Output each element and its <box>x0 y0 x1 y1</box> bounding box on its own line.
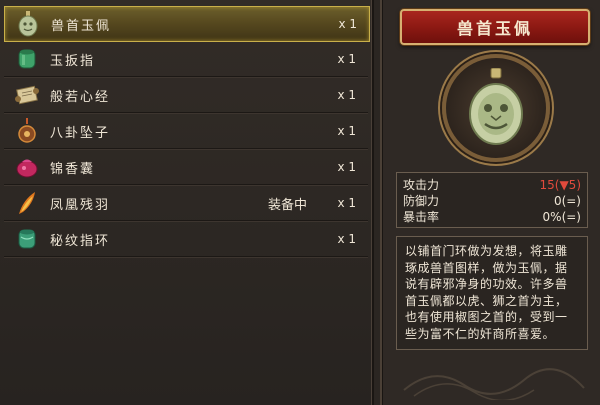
jade-beast-pendant-icon <box>15 11 41 37</box>
jade-ring-icon <box>14 226 40 252</box>
stat-label: 攻击力 <box>403 178 440 192</box>
stat-value: 0%(=) <box>542 210 581 224</box>
item-name: 玉扳指 <box>50 53 96 69</box>
item-name: 凤凰残羽 <box>50 197 111 213</box>
item-name: 兽首玉佩 <box>51 18 112 34</box>
inventory-item-5[interactable]: 凤凰残羽 装备中 x 1 <box>4 186 368 221</box>
item-quantity: x 1 <box>337 160 356 174</box>
stat-value: 15(▼5) <box>539 178 582 192</box>
decorative-swirl-icon <box>403 368 585 400</box>
inventory-item-0[interactable]: 兽首玉佩 x 1 <box>4 6 370 42</box>
item-title: 兽首玉佩 <box>456 19 533 38</box>
sachet-icon <box>14 154 40 180</box>
item-quantity: x 1 <box>337 52 356 66</box>
inventory-item-3[interactable]: 八卦坠子 x 1 <box>4 114 368 149</box>
inventory-item-2[interactable]: 般若心经 x 1 <box>4 78 368 113</box>
jade-beast-pendant-icon <box>469 68 523 145</box>
inventory-item-1[interactable]: 玉扳指 x 1 <box>4 42 368 77</box>
item-portrait <box>442 54 550 162</box>
stat-attack: 攻击力 15(▼5) <box>403 177 581 193</box>
stat-defense: 防御力 0(=) <box>403 193 581 209</box>
stat-label: 防御力 <box>403 194 440 208</box>
inventory-item-6[interactable]: 秘纹指环 x 1 <box>4 222 368 257</box>
item-name: 般若心经 <box>50 89 111 105</box>
item-detail-panel: 兽首玉佩 攻击力 15(▼5) 防御力 0(=) 暴击率 0%(=) 以铺首门环… <box>380 0 600 405</box>
item-name: 锦香囊 <box>50 161 96 177</box>
item-quantity: x 1 <box>338 17 357 31</box>
stat-label: 暴击率 <box>403 210 440 224</box>
item-title-plaque: 兽首玉佩 <box>400 9 590 45</box>
inventory-item-4[interactable]: 锦香囊 x 1 <box>4 150 368 185</box>
phoenix-feather-icon <box>14 190 40 216</box>
item-quantity: x 1 <box>337 232 356 246</box>
item-equipped-status: 装备中 <box>268 197 308 213</box>
jade-thumb-ring-icon <box>14 46 40 72</box>
item-name: 八卦坠子 <box>50 125 111 141</box>
scroll-icon <box>14 82 40 108</box>
stat-value: 0(=) <box>553 194 581 208</box>
stat-crit-rate: 暴击率 0%(=) <box>403 209 581 225</box>
item-quantity: x 1 <box>337 88 356 102</box>
item-stats: 攻击力 15(▼5) 防御力 0(=) 暴击率 0%(=) <box>396 172 588 228</box>
inventory-list: 兽首玉佩 x 1 玉扳指 x 1 般若心经 x 1 八卦坠子 x 1 锦香囊 x… <box>0 0 374 405</box>
item-name: 秘纹指环 <box>50 233 111 249</box>
item-quantity: x 1 <box>337 196 356 210</box>
bagua-pendant-icon <box>14 118 40 144</box>
item-quantity: x 1 <box>337 124 356 138</box>
item-description: 以铺首门环做为发想，将玉雕琢成兽首图样，做为玉佩，据说有辟邪净身的功效。许多兽首… <box>396 236 588 350</box>
